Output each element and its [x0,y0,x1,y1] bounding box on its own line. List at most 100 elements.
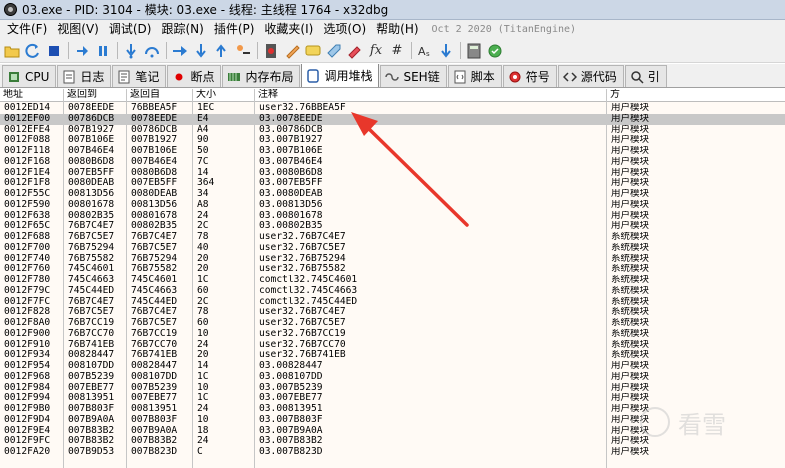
cell-return-from: 76B7C4E7 [131,232,178,242]
cell-return-to: 007B83B2 [68,436,115,447]
table-row[interactable]: 0012F118 007B46E4 007B106E 50 03.007B106E 用户模… [0,146,785,157]
table-row[interactable]: 0012F828 76B7C5E7 76B7C4E7 78 user32.76B7C4E… [0,307,785,318]
tab-label: 日志 [80,70,105,84]
tab-memory-map[interactable]: 内存布局 [222,65,301,87]
restart-icon[interactable] [24,42,42,60]
table-row[interactable]: 0012F994 00813951 007EBE77 1C 03.007EBE77 用户模… [0,393,785,404]
trace-record-icon[interactable] [262,42,280,60]
table-row[interactable]: 0012F954 008107DD 00828447 14 03.00828447 用户模… [0,361,785,372]
comment-icon[interactable] [304,42,322,60]
cell-address: 0012F828 [4,307,51,318]
cell-party: 用户模块 [611,103,650,113]
step-into-icon[interactable] [122,42,140,60]
tab-breakpoints[interactable]: 断点 [167,65,222,87]
tab-references[interactable]: 引 [624,65,667,87]
run-icon[interactable] [73,42,91,60]
table-row[interactable]: 0012F700 76B75294 76B7C5E7 40 user32.76B7C5E… [0,243,785,254]
cell-size: 78 [197,232,209,242]
cell-address: 0012F118 [4,146,51,156]
cell-comment: 03.00786DCB [259,124,323,135]
table-row[interactable]: 0012F55C 00813D56 0080DEAB 34 03.0080DEAB 用户模… [0,189,785,200]
menu-view[interactable]: 视图(V) [52,20,104,39]
tab-call-stack[interactable]: 调用堆栈 [301,64,380,87]
tab-symbols[interactable]: 符号 [502,65,557,87]
cell-party: 系统模块 [611,328,650,339]
pause-icon[interactable] [94,42,112,60]
cell-size: 1C [197,275,209,285]
cell-size: 2C [197,221,209,232]
table-row[interactable]: 0012F910 76B741EB 76B7CC70 24 user32.76B7CC7… [0,340,785,351]
cell-address: 0012EFE4 [4,124,51,135]
table-row[interactable]: 0012EFE4 007B1927 00786DCB A4 03.00786DCB 用户模… [0,125,785,136]
table-row[interactable]: 0012F79C 745C44ED 745C4663 60 comctl32.745C4… [0,286,785,297]
table-row[interactable]: 0012F740 76B75582 76B75294 20 user32.76B7529… [0,254,785,265]
font-icon[interactable]: As [416,42,434,60]
table-row[interactable]: 0012F088 007B106E 007B1927 90 03.007B1927 用户模… [0,135,785,146]
tab-log[interactable]: 日志 [57,65,112,87]
menu-favourites[interactable]: 收藏夹(I) [259,20,318,39]
stop-icon[interactable] [45,42,63,60]
table-row[interactable]: 0012F1F8 0080DEAB 007EB5FF 364 03.007EB5FF 用户… [0,178,785,189]
tab-label: 脚本 [470,70,495,84]
label-icon[interactable] [325,42,343,60]
table-row[interactable]: 0012F590 00801678 00813D56 A8 03.00813D56 用户模… [0,200,785,211]
strings-icon[interactable] [437,42,455,60]
table-row[interactable]: 0012F780 745C4663 745C4601 1C comctl32.745C4… [0,275,785,286]
tab-source[interactable]: 源代码 [557,65,624,87]
run-to-user-code-icon[interactable] [234,42,252,60]
menu-trace[interactable]: 跟踪(N) [156,20,208,39]
tab-seh[interactable]: SEH链 [380,65,447,87]
bookmark-icon[interactable] [346,42,364,60]
table-row[interactable]: 0012F934 00828447 76B741EB 20 user32.76B741E… [0,350,785,361]
menu-file[interactable]: 文件(F) [2,20,52,39]
header-address[interactable]: 地址 [0,89,64,102]
table-row[interactable]: 0012F7FC 76B7C4E7 745C44ED 2C comctl32.745C4… [0,297,785,308]
trace-over-icon[interactable] [192,42,210,60]
cell-address: 0012F700 [4,242,51,253]
table-row[interactable]: 0012F65C 76B7C4E7 00802B35 2C 03.00802B35 用户模… [0,221,785,232]
trace-into-icon[interactable] [171,42,189,60]
cell-return-from: 76B7CC70 [131,339,178,350]
cell-size: 60 [197,285,209,296]
table-row[interactable]: 0012ED14 0078EEDE 76BBEA5F 1EC user32.76BBEA… [0,103,785,114]
calculator-icon[interactable] [465,42,483,60]
table-row[interactable]: 0012EF00 00786DCB 0078EEDE E4 03.0078EEDE 用户模… [0,113,785,125]
table-row[interactable]: 0012F1E4 007EB5FF 0080B6D8 14 03.0080B6D8 用户模… [0,168,785,179]
menu-help[interactable]: 帮助(H) [371,20,423,39]
cell-comment: comctl32.745C4663 [259,285,358,296]
execute-till-return-icon[interactable] [213,42,231,60]
cell-return-to: 007B46E4 [68,146,115,156]
menu-options[interactable]: 选项(O) [318,20,371,39]
header-return-from[interactable]: 返回自 [127,89,193,102]
menu-plugins[interactable]: 插件(P) [209,20,260,39]
tab-script[interactable]: 脚本 [447,65,502,87]
table-row[interactable]: 0012F688 76B7C5E7 76B7C4E7 78 user32.76B7C4E… [0,232,785,243]
cell-address: 0012F9D4 [4,414,51,425]
cell-party: 用户模块 [611,156,650,167]
table-row[interactable]: 0012F968 007B5239 008107DD 1C 03.008107DD 用户模… [0,372,785,383]
hash-icon[interactable]: # [388,42,406,60]
cell-size: 20 [197,350,209,361]
table-row[interactable]: 0012F168 0080B6D8 007B46E4 7C 03.007B46E4 用户模… [0,157,785,168]
function-icon[interactable]: fx [367,42,385,60]
header-party[interactable]: 方 [607,89,785,102]
header-comment[interactable]: 注释 [255,89,607,102]
tab-cpu[interactable]: CPU [2,65,57,87]
table-row[interactable]: 0012F984 007EBE77 007B5239 10 03.007B5239 用户模… [0,383,785,394]
table-row[interactable]: 0012F638 00802B35 00801678 24 03.00801678 用户模… [0,211,785,222]
patch-icon[interactable] [283,42,301,60]
step-over-icon[interactable] [143,42,161,60]
header-size[interactable]: 大小 [193,89,255,102]
table-row[interactable]: 0012F8A0 76B7CC19 76B7C5E7 60 user32.76B7C5E… [0,318,785,329]
table-row[interactable]: 0012F900 76B7CC70 76B7CC19 10 user32.76B7CC1… [0,329,785,340]
table-row[interactable]: 0012F760 745C4601 76B75582 20 user32.76B7558… [0,264,785,275]
menu-debug[interactable]: 调试(D) [104,20,157,39]
tab-label: 源代码 [580,70,617,84]
check-update-icon[interactable] [486,42,504,60]
tab-notes[interactable]: 笔记 [112,65,167,87]
cell-return-to: 745C4601 [68,264,115,275]
table-row[interactable]: 0012FA20 007B9D53 007B823D C 03.007B823D 用户模块 [0,447,785,458]
open-folder-icon[interactable] [3,42,21,60]
header-return-to[interactable]: 返回到 [64,89,127,102]
cell-comment: 03.007EBE77 [259,393,323,404]
